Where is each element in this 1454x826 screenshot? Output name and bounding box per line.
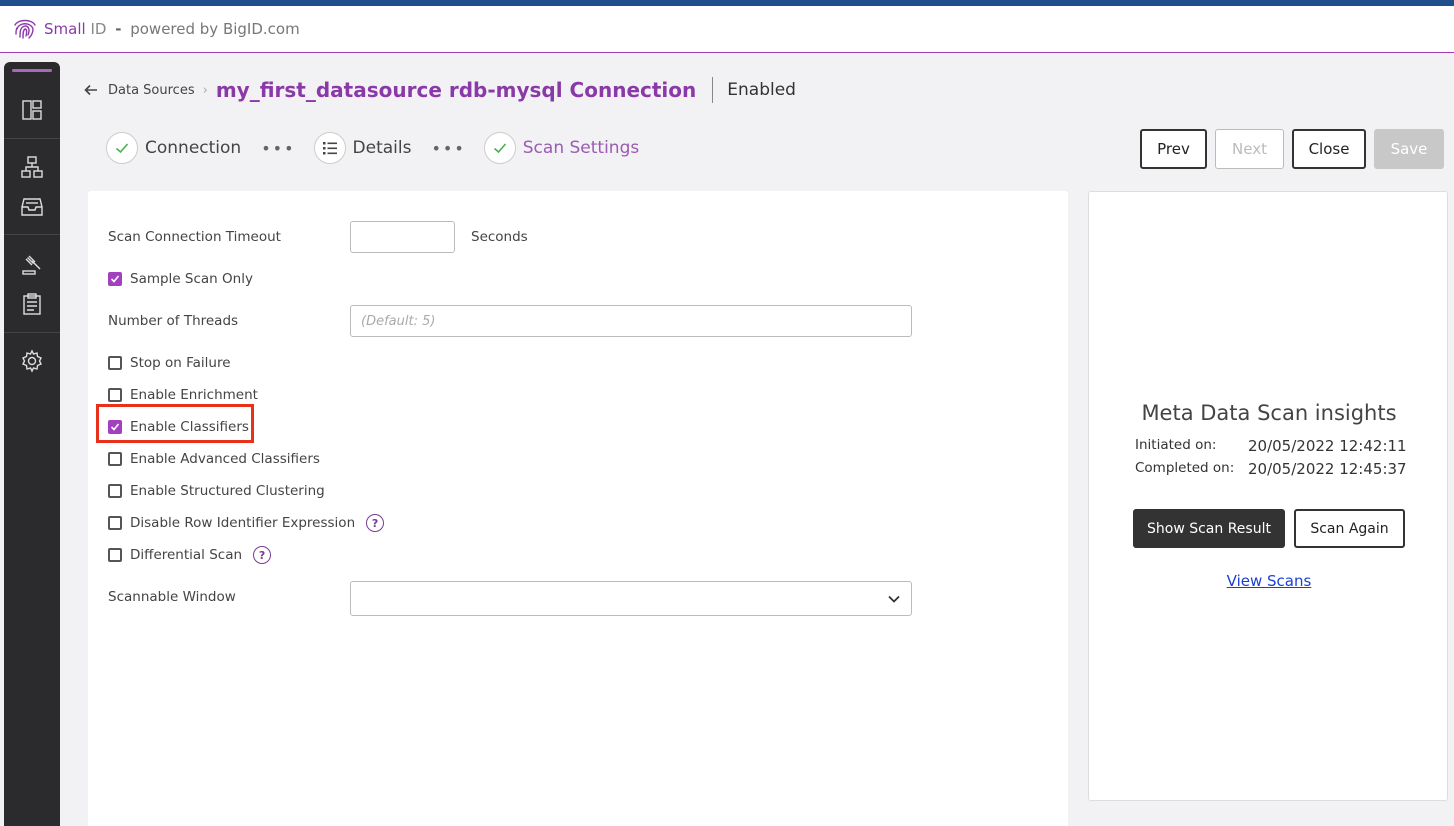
sidebar-divider — [4, 234, 60, 235]
initiated-value: 20/05/2022 12:42:11 — [1248, 437, 1407, 455]
dashboard-icon[interactable] — [20, 98, 44, 122]
close-button[interactable]: Close — [1292, 129, 1366, 169]
timeout-unit: Seconds — [471, 229, 528, 245]
check-icon — [110, 423, 120, 431]
completed-label: Completed on: — [1135, 460, 1235, 476]
scannable-window-select[interactable] — [350, 581, 912, 616]
classifiers-checkbox[interactable] — [108, 420, 122, 434]
breadcrumb-data-sources[interactable]: Data Sources — [108, 83, 195, 98]
check-icon — [110, 275, 120, 283]
insights-title: Meta Data Scan insights — [1141, 401, 1397, 425]
inbox-icon[interactable] — [20, 195, 44, 219]
step-details-status[interactable] — [313, 132, 346, 164]
differential-scan-label: Differential Scan — [130, 547, 243, 563]
sidebar — [4, 62, 60, 826]
list-icon — [322, 142, 337, 155]
prev-button[interactable]: Prev — [1140, 129, 1207, 169]
sample-scan-checkbox[interactable] — [108, 272, 122, 286]
timeout-input[interactable] — [350, 221, 455, 253]
sample-scan-label: Sample Scan Only — [130, 271, 253, 287]
timeout-label: Scan Connection Timeout — [108, 229, 281, 245]
check-icon — [493, 143, 506, 154]
differential-scan-checkbox[interactable] — [108, 548, 122, 562]
advanced-classifiers-checkbox[interactable] — [108, 452, 122, 466]
gavel-icon[interactable] — [20, 252, 44, 276]
chevron-down-icon — [888, 595, 900, 603]
checkbox-row-sample-scan[interactable]: Sample Scan Only — [108, 269, 253, 289]
chevron-right-icon: › — [202, 82, 208, 98]
gear-icon[interactable] — [20, 349, 44, 373]
breadcrumb: Data Sources › my_first_datasource rdb-m… — [84, 76, 796, 104]
sidebar-accent — [12, 69, 52, 72]
sitemap-icon[interactable] — [20, 155, 44, 179]
brand-title: Small ID - powered by BigID.com — [44, 20, 300, 38]
clipboard-icon[interactable] — [20, 292, 44, 316]
sidebar-divider — [4, 332, 60, 333]
row-identifier-checkbox[interactable] — [108, 516, 122, 530]
insights-panel: Meta Data Scan insights Initiated on: 20… — [1088, 191, 1448, 801]
sidebar-divider — [4, 138, 60, 139]
initiated-label: Initiated on: — [1135, 437, 1217, 453]
classifiers-label: Enable Classifiers — [130, 419, 249, 435]
advanced-classifiers-label: Enable Advanced Classifiers — [130, 451, 320, 467]
stop-on-failure-checkbox[interactable] — [108, 356, 122, 370]
checkbox-row-advanced-classifiers[interactable]: Enable Advanced Classifiers — [108, 449, 320, 469]
step-scan-settings-label[interactable]: Scan Settings — [523, 138, 639, 158]
show-scan-result-button[interactable]: Show Scan Result — [1133, 509, 1285, 548]
status-label: Enabled — [727, 80, 796, 100]
structured-clustering-label: Enable Structured Clustering — [130, 483, 325, 499]
step-separator: ••• — [261, 138, 296, 158]
checkbox-row-structured-clustering[interactable]: Enable Structured Clustering — [108, 481, 325, 501]
checkbox-row-differential-scan[interactable]: Differential Scan ? — [108, 545, 272, 565]
scan-settings-card: Scan Connection Timeout Seconds Sample S… — [88, 191, 1068, 826]
row-identifier-label: Disable Row Identifier Expression — [130, 515, 356, 531]
checkbox-row-stop-on-failure[interactable]: Stop on Failure — [108, 353, 231, 373]
check-icon — [115, 143, 129, 154]
enrichment-checkbox[interactable] — [108, 388, 122, 402]
enrichment-label: Enable Enrichment — [130, 387, 258, 403]
step-scan-settings-status[interactable] — [483, 132, 516, 164]
title-divider — [712, 77, 714, 103]
arrow-left-icon[interactable] — [84, 83, 98, 97]
step-details-label[interactable]: Details — [353, 138, 412, 158]
step-separator: ••• — [431, 138, 466, 158]
help-icon[interactable]: ? — [253, 546, 272, 564]
help-icon[interactable]: ? — [366, 514, 385, 532]
checkbox-row-enrichment[interactable]: Enable Enrichment — [108, 385, 258, 405]
page-title: my_first_datasource rdb-mysql Connection — [215, 78, 697, 102]
scannable-window-label: Scannable Window — [108, 589, 236, 605]
structured-clustering-checkbox[interactable] — [108, 484, 122, 498]
save-button[interactable]: Save — [1374, 129, 1444, 169]
stepper: Connection ••• Details ••• Scan Settings — [106, 132, 639, 164]
view-scans-link[interactable]: View Scans — [1089, 572, 1449, 590]
scan-again-button[interactable]: Scan Again — [1294, 509, 1405, 548]
threads-input[interactable]: (Default: 5) — [350, 305, 912, 337]
stop-on-failure-label: Stop on Failure — [130, 355, 231, 371]
completed-value: 20/05/2022 12:45:37 — [1248, 460, 1407, 478]
threads-label: Number of Threads — [108, 313, 239, 329]
step-connection-label[interactable]: Connection — [145, 138, 241, 158]
app-bar: Small ID - powered by BigID.com — [0, 6, 1454, 53]
next-button[interactable]: Next — [1215, 129, 1284, 169]
checkbox-row-row-identifier[interactable]: Disable Row Identifier Expression ? — [108, 513, 385, 533]
fingerprint-logo-icon — [14, 19, 36, 39]
checkbox-row-classifiers[interactable]: Enable Classifiers — [108, 417, 249, 437]
step-connection-status[interactable] — [106, 132, 138, 164]
